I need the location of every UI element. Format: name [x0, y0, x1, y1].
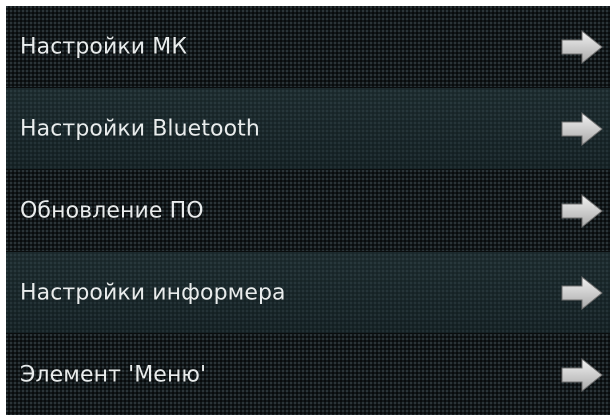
menu-item-label: Настройки МК: [20, 34, 188, 59]
menu-item-label: Элемент 'Меню': [20, 362, 207, 387]
menu-item-label: Настройки информера: [20, 280, 286, 305]
arrow-right-icon: [560, 356, 604, 394]
menu-item-mk-settings[interactable]: Настройки МК: [6, 6, 610, 88]
arrow-right-icon: [560, 192, 604, 230]
menu-item-informer-settings[interactable]: Настройки информера: [6, 252, 610, 334]
menu-item-firmware-update[interactable]: Обновление ПО: [6, 170, 610, 252]
arrow-right-icon: [560, 110, 604, 148]
settings-menu-list: Настройки МК Настройки Bluetooth Обновле…: [6, 6, 610, 415]
arrow-right-icon: [560, 274, 604, 312]
screen-frame: Настройки МК Настройки Bluetooth Обновле…: [0, 0, 610, 415]
menu-item-label: Настройки Bluetooth: [20, 116, 260, 141]
menu-item-menu-element[interactable]: Элемент 'Меню': [6, 334, 610, 415]
arrow-right-icon: [560, 28, 604, 66]
menu-item-bluetooth-settings[interactable]: Настройки Bluetooth: [6, 88, 610, 170]
menu-item-label: Обновление ПО: [20, 198, 204, 223]
